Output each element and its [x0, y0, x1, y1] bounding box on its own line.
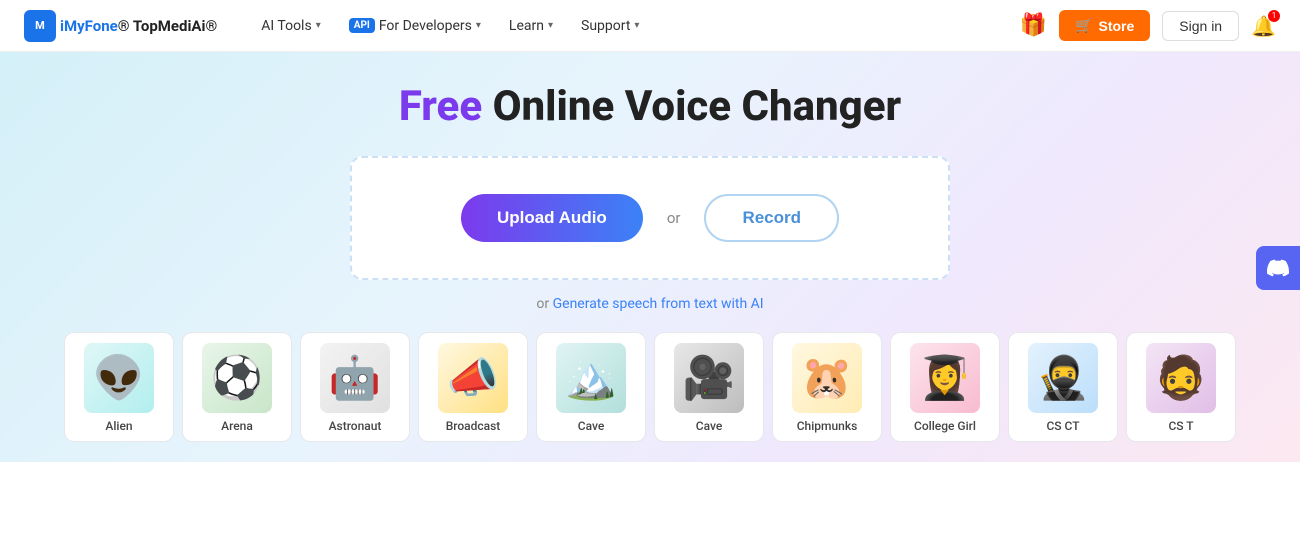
- record-button[interactable]: Record: [704, 194, 839, 242]
- signin-button[interactable]: Sign in: [1162, 11, 1239, 41]
- nav-item-support[interactable]: Support ▾: [569, 12, 651, 40]
- alien-label: Alien: [105, 419, 132, 433]
- nav-item-for-developers[interactable]: API For Developers ▾: [337, 12, 493, 40]
- alien-icon: 👽: [84, 343, 154, 413]
- voice-card-broadcast[interactable]: 📣 Broadcast: [418, 332, 528, 442]
- astronaut-icon: 🤖: [320, 343, 390, 413]
- cst-icon: 🧔: [1146, 343, 1216, 413]
- chipmunks-label: Chipmunks: [797, 419, 858, 433]
- nav-label-learn: Learn: [509, 18, 544, 34]
- cave-dark-icon: 🎥: [674, 343, 744, 413]
- generate-speech-link-container: or Generate speech from text with AI: [0, 296, 1300, 312]
- cave-dark-label: Cave: [696, 419, 723, 433]
- logo[interactable]: M iMyFone® TopMediAi®: [24, 10, 217, 42]
- hero-section: Free Online Voice Changer Upload Audio o…: [0, 52, 1300, 462]
- voice-card-cave-teal[interactable]: 🏔️ Cave: [536, 332, 646, 442]
- nav-item-learn[interactable]: Learn ▾: [497, 12, 565, 40]
- cst-label: CS T: [1168, 419, 1193, 433]
- nav-right: 🎁 🛒 Store Sign in 🔔 1: [1020, 10, 1276, 41]
- navbar: M iMyFone® TopMediAi® AI Tools ▾ API For…: [0, 0, 1300, 52]
- cart-icon: 🛒: [1075, 17, 1092, 34]
- csct-label: CS CT: [1046, 419, 1079, 433]
- chevron-down-icon: ▾: [548, 20, 553, 31]
- upload-audio-button[interactable]: Upload Audio: [461, 194, 643, 242]
- chevron-down-icon: ▾: [476, 20, 481, 31]
- api-badge: API: [349, 18, 375, 33]
- broadcast-icon: 📣: [438, 343, 508, 413]
- cave-teal-icon: 🏔️: [556, 343, 626, 413]
- discord-fab[interactable]: [1256, 246, 1300, 290]
- nav-links: AI Tools ▾ API For Developers ▾ Learn ▾ …: [249, 12, 1019, 40]
- chipmunks-icon: 🐹: [792, 343, 862, 413]
- chevron-down-icon: ▾: [316, 20, 321, 31]
- store-button[interactable]: 🛒 Store: [1059, 10, 1150, 41]
- astronaut-label: Astronaut: [329, 419, 382, 433]
- broadcast-label: Broadcast: [446, 419, 501, 433]
- csct-icon: 🥷: [1028, 343, 1098, 413]
- cave-teal-label: Cave: [578, 419, 605, 433]
- notification-badge: 1: [1268, 10, 1280, 22]
- voice-card-arena[interactable]: ⚽ Arena: [182, 332, 292, 442]
- generate-prefix: or: [536, 296, 552, 312]
- voice-card-astronaut[interactable]: 🤖 Astronaut: [300, 332, 410, 442]
- arena-icon: ⚽: [202, 343, 272, 413]
- gift-icon[interactable]: 🎁: [1020, 13, 1047, 38]
- nav-label-for-developers: For Developers: [379, 18, 472, 34]
- nav-item-ai-tools[interactable]: AI Tools ▾: [249, 12, 332, 40]
- nav-label-ai-tools: AI Tools: [261, 18, 311, 34]
- voice-card-chipmunks[interactable]: 🐹 Chipmunks: [772, 332, 882, 442]
- hero-title-rest: Online Voice Changer: [482, 82, 901, 131]
- voice-card-college-girl[interactable]: 👩‍🎓 College Girl: [890, 332, 1000, 442]
- voice-card-csct[interactable]: 🥷 CS CT: [1008, 332, 1118, 442]
- college-girl-icon: 👩‍🎓: [910, 343, 980, 413]
- upload-dropzone[interactable]: Upload Audio or Record: [350, 156, 950, 280]
- voice-card-alien[interactable]: 👽 Alien: [64, 332, 174, 442]
- voice-card-cst[interactable]: 🧔 CS T: [1126, 332, 1236, 442]
- chevron-down-icon: ▾: [634, 20, 639, 31]
- voice-cards-list: 👽 Alien ⚽ Arena 🤖 Astronaut 📣 Broadcast 🏔️ Cave 🎥 C…: [0, 332, 1300, 442]
- hero-title: Free Online Voice Changer: [0, 82, 1300, 132]
- or-separator: or: [667, 209, 681, 227]
- store-label: Store: [1098, 18, 1134, 34]
- nav-label-support: Support: [581, 18, 630, 34]
- hero-title-free: Free: [399, 82, 482, 131]
- notification-bell[interactable]: 🔔 1: [1251, 14, 1276, 38]
- voice-card-cave-dark[interactable]: 🎥 Cave: [654, 332, 764, 442]
- logo-icon: M: [24, 10, 56, 42]
- generate-speech-link[interactable]: Generate speech from text with AI: [553, 296, 764, 312]
- college-girl-label: College Girl: [914, 419, 976, 433]
- logo-text: iMyFone® TopMediAi®: [60, 17, 217, 35]
- arena-label: Arena: [221, 419, 253, 433]
